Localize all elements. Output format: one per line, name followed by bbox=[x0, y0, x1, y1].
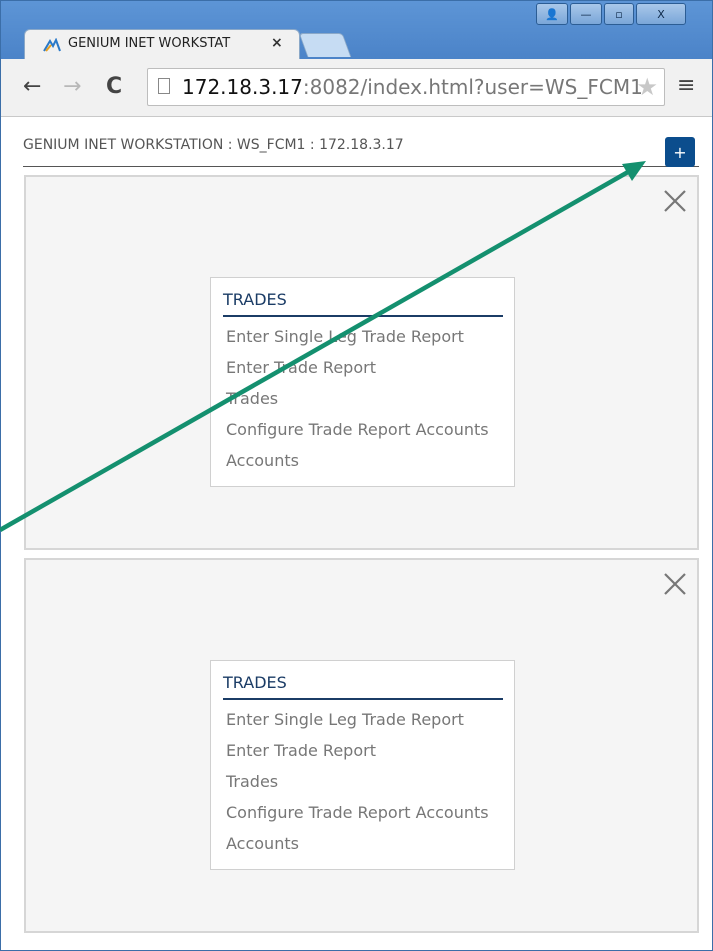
page-title: GENIUM INET WORKSTATION : WS_FCM1 : 172.… bbox=[23, 137, 404, 153]
close-icon[interactable] bbox=[661, 187, 689, 215]
trades-menu-list: Enter Single Leg Trade Report Enter Trad… bbox=[226, 324, 489, 479]
bookmark-star-icon[interactable]: ★ bbox=[636, 73, 658, 101]
tab-title: GENIUM INET WORKSTAT bbox=[68, 36, 231, 51]
back-button[interactable]: ← bbox=[23, 73, 41, 101]
browser-window: GENIUM INET WORKSTAT × 👤 — ▫ X ← → C 172… bbox=[0, 0, 713, 951]
page-icon bbox=[158, 78, 170, 94]
menu-item-accounts[interactable]: Accounts bbox=[226, 831, 489, 862]
maximize-button[interactable]: ▫ bbox=[604, 3, 634, 25]
minimize-icon: — bbox=[580, 7, 592, 21]
widget-panel-2: TRADES Enter Single Leg Trade Report Ent… bbox=[24, 558, 699, 933]
menu-item-enter-single-leg-trade-report[interactable]: Enter Single Leg Trade Report bbox=[226, 324, 489, 355]
card-title: TRADES bbox=[223, 290, 287, 309]
trades-menu-card: TRADES Enter Single Leg Trade Report Ent… bbox=[210, 277, 515, 487]
favicon-icon bbox=[43, 38, 61, 52]
user-profile-button[interactable]: 👤 bbox=[536, 3, 568, 25]
card-divider bbox=[223, 315, 503, 317]
maximize-icon: ▫ bbox=[615, 7, 623, 21]
user-icon: 👤 bbox=[545, 7, 559, 21]
tab-close-icon[interactable]: × bbox=[271, 35, 283, 51]
forward-button[interactable]: → bbox=[63, 73, 81, 101]
window-controls: 👤 — ▫ X bbox=[536, 3, 688, 27]
app-header: GENIUM INET WORKSTATION : WS_FCM1 : 172.… bbox=[23, 129, 699, 167]
title-bar: GENIUM INET WORKSTAT × 👤 — ▫ X bbox=[1, 1, 712, 59]
widget-panel-1: TRADES Enter Single Leg Trade Report Ent… bbox=[24, 175, 699, 550]
trades-menu-list: Enter Single Leg Trade Report Enter Trad… bbox=[226, 707, 489, 862]
browser-toolbar: ← → C 172.18.3.17:8082/index.html?user=W… bbox=[1, 59, 712, 117]
menu-item-enter-trade-report[interactable]: Enter Trade Report bbox=[226, 355, 489, 386]
address-bar[interactable]: 172.18.3.17:8082/index.html?user=WS_FCM1… bbox=[147, 68, 665, 106]
close-window-button[interactable]: X bbox=[636, 3, 686, 25]
new-tab-button[interactable] bbox=[298, 33, 352, 57]
menu-item-enter-trade-report[interactable]: Enter Trade Report bbox=[226, 738, 489, 769]
url-text[interactable]: 172.18.3.17:8082/index.html?user=WS_FCM1 bbox=[182, 75, 643, 99]
menu-item-configure-trade-report-accounts[interactable]: Configure Trade Report Accounts bbox=[226, 417, 489, 448]
menu-item-trades[interactable]: Trades bbox=[226, 386, 489, 417]
add-panel-button[interactable]: + bbox=[665, 137, 695, 167]
close-window-icon: X bbox=[657, 7, 665, 21]
menu-item-accounts[interactable]: Accounts bbox=[226, 448, 489, 479]
url-path: :8082/index.html?user=WS_FCM1 bbox=[302, 75, 643, 99]
minimize-button[interactable]: — bbox=[570, 3, 602, 25]
menu-item-enter-single-leg-trade-report[interactable]: Enter Single Leg Trade Report bbox=[226, 707, 489, 738]
url-host: 172.18.3.17 bbox=[182, 75, 303, 99]
card-divider bbox=[223, 698, 503, 700]
menu-item-trades[interactable]: Trades bbox=[226, 769, 489, 800]
browser-menu-icon[interactable]: ≡ bbox=[677, 73, 695, 98]
reload-button[interactable]: C bbox=[106, 73, 122, 101]
browser-tab[interactable]: GENIUM INET WORKSTAT × bbox=[24, 29, 300, 59]
trades-menu-card: TRADES Enter Single Leg Trade Report Ent… bbox=[210, 660, 515, 870]
card-title: TRADES bbox=[223, 673, 287, 692]
page-content: GENIUM INET WORKSTATION : WS_FCM1 : 172.… bbox=[1, 117, 712, 950]
close-icon[interactable] bbox=[661, 570, 689, 598]
menu-item-configure-trade-report-accounts[interactable]: Configure Trade Report Accounts bbox=[226, 800, 489, 831]
